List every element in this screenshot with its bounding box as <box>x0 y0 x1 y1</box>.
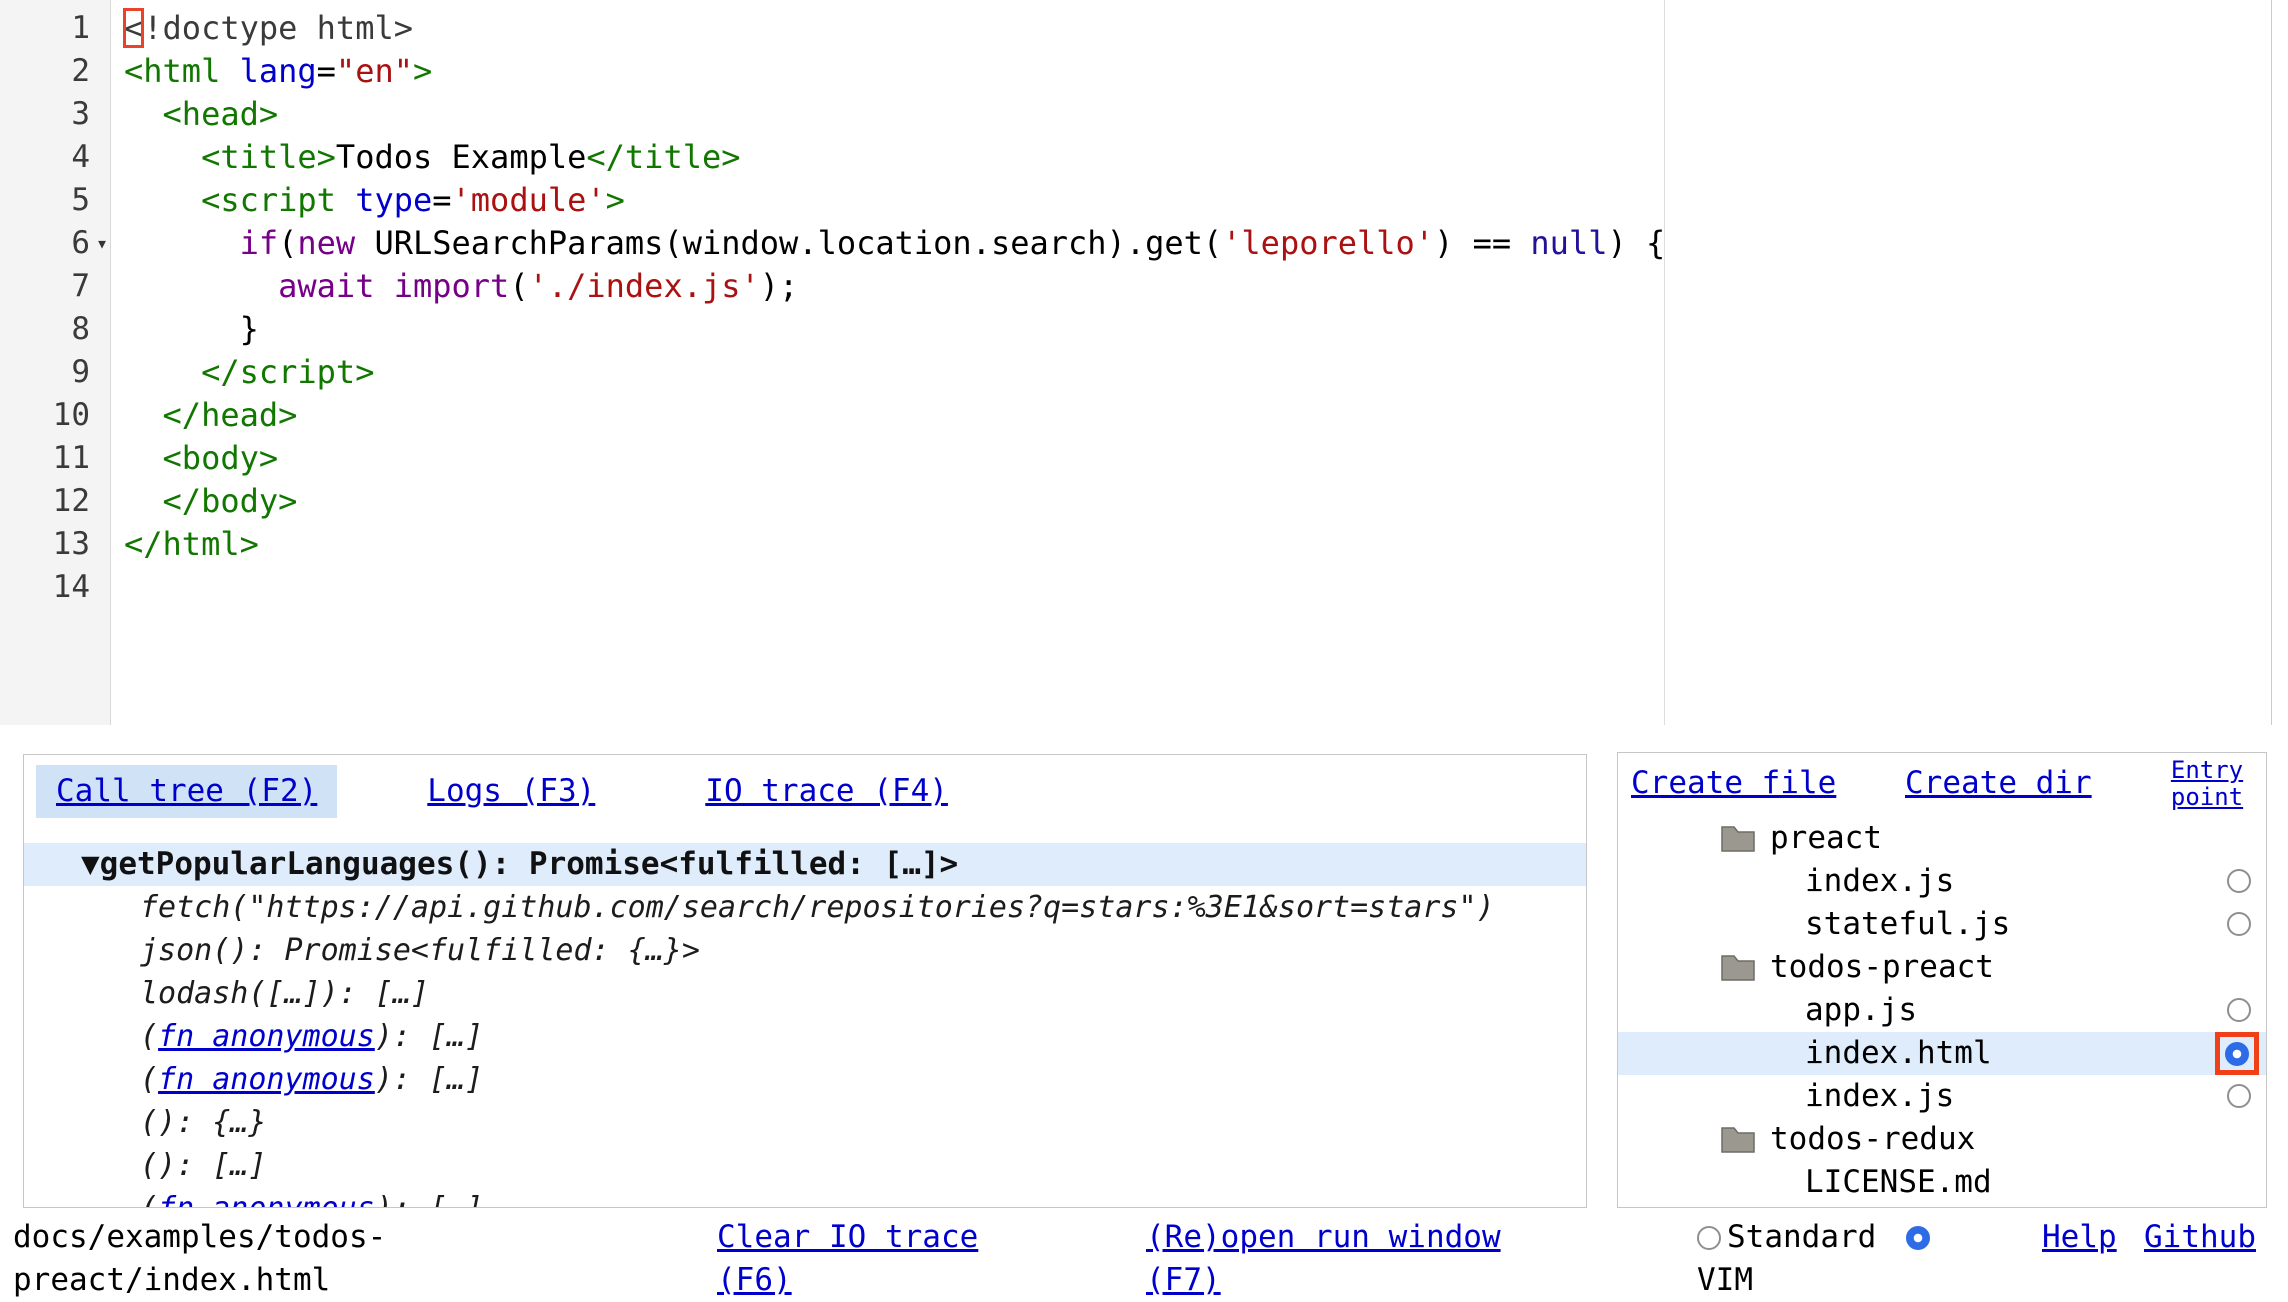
keymap-standard-label: Standard <box>1727 1216 1876 1259</box>
code-line-4[interactable]: <title>Todos Example</title> <box>124 136 1664 179</box>
editor-pane-divider <box>1664 0 1665 725</box>
fold-marker-icon[interactable]: ▾ <box>96 222 108 265</box>
code-editor[interactable]: 123456▾7891011121314 <!doctype html><htm… <box>0 0 2272 725</box>
entry-point-radio[interactable] <box>2227 869 2251 893</box>
call-tree: ▼getPopularLanguages(): Promise<fulfille… <box>24 843 1586 1208</box>
file-row-app-js[interactable]: app.js <box>1618 989 2266 1032</box>
line-number-gutter: 123456▾7891011121314 <box>0 0 111 725</box>
line-number-8: 8 <box>0 308 110 351</box>
folder-icon <box>1721 825 1755 852</box>
line-number-3: 3 <box>0 93 110 136</box>
fn-anonymous-link[interactable]: fn anonymous <box>158 1062 375 1097</box>
call-tree-row-4[interactable]: lodash([…]): […] <box>24 972 1586 1015</box>
code-line-2[interactable]: <html lang="en"> <box>124 50 1664 93</box>
line-number-2: 2 <box>0 50 110 93</box>
code-line-6[interactable]: if(new URLSearchParams(window.location.s… <box>124 222 1664 265</box>
call-tree-row-6[interactable]: (fn anonymous): […] <box>24 1058 1586 1101</box>
call-tree-row-1[interactable]: ▼getPopularLanguages(): Promise<fulfille… <box>24 843 1586 886</box>
file-row-stateful-js[interactable]: stateful.js <box>1618 903 2266 946</box>
keymap-standard-radio[interactable] <box>1697 1226 1721 1250</box>
help-link[interactable]: Help <box>2042 1216 2117 1259</box>
expand-arrow-icon[interactable]: ▼ <box>81 846 100 882</box>
file-tree: preactindex.jsstateful.jstodos-preactapp… <box>1618 817 2266 1204</box>
code-line-9[interactable]: </script> <box>124 351 1664 394</box>
file-name: index.js <box>1805 860 1954 903</box>
keymap-vim-radio[interactable] <box>1906 1226 1930 1250</box>
fn-anonymous-link[interactable]: fn anonymous <box>158 1019 375 1054</box>
github-link[interactable]: Github <box>2144 1216 2256 1259</box>
call-tree-row-3[interactable]: json(): Promise<fulfilled: {…}> <box>24 929 1586 972</box>
keymap-vim-label: VIM <box>1697 1259 1930 1302</box>
folder-icon <box>1721 1126 1755 1153</box>
code-line-13[interactable]: </html> <box>124 523 1664 566</box>
reopen-run-window-button[interactable]: (Re)open run window (F7) <box>1146 1216 1538 1302</box>
call-tree-row-5[interactable]: (fn anonymous): […] <box>24 1015 1586 1058</box>
line-number-13: 13 <box>0 523 110 566</box>
line-number-5: 5 <box>0 179 110 222</box>
code-line-3[interactable]: <head> <box>124 93 1664 136</box>
file-name: app.js <box>1805 989 1917 1032</box>
code-line-1[interactable]: <!doctype html> <box>124 7 1664 50</box>
tab-logs-f3[interactable]: Logs (F3) <box>407 765 615 818</box>
code-line-14[interactable] <box>124 566 1664 609</box>
dir-row-preact[interactable]: preact <box>1618 817 2266 860</box>
panel-tabs: Call tree (F2) Logs (F3) IO trace (F4) <box>36 765 1586 818</box>
code-line-7[interactable]: await import('./index.js'); <box>124 265 1664 308</box>
code-line-10[interactable]: </head> <box>124 394 1664 437</box>
entry-point-column-header: Entry point <box>2154 757 2260 811</box>
line-number-11: 11 <box>0 437 110 480</box>
files-panel-header: Create file Create dir Entry point <box>1618 753 2266 808</box>
dir-name: preact <box>1770 817 1882 860</box>
dir-name: todos-redux <box>1770 1118 1975 1161</box>
fn-anonymous-link[interactable]: fn anonymous <box>158 1191 375 1208</box>
code-line-5[interactable]: <script type='module'> <box>124 179 1664 222</box>
create-file-button[interactable]: Create file <box>1631 765 1836 801</box>
clear-io-trace-button[interactable]: Clear IO trace (F6) <box>717 1216 1017 1302</box>
entry-point-radio[interactable] <box>2227 998 2251 1022</box>
line-number-7: 7 <box>0 265 110 308</box>
file-row-license-md[interactable]: LICENSE.md <box>1618 1161 2266 1204</box>
line-number-6: 6▾ <box>0 222 110 265</box>
file-name: index.js <box>1805 1075 1954 1118</box>
line-number-4: 4 <box>0 136 110 179</box>
line-number-12: 12 <box>0 480 110 523</box>
tab-call-tree-f2[interactable]: Call tree (F2) <box>36 765 337 818</box>
entry-point-radio[interactable] <box>2227 912 2251 936</box>
tab-io-trace-f4[interactable]: IO trace (F4) <box>685 765 968 818</box>
folder-icon <box>1721 954 1755 981</box>
dir-row-todos-redux[interactable]: todos-redux <box>1618 1118 2266 1161</box>
line-number-1: 1 <box>0 7 110 50</box>
dir-name: todos-preact <box>1770 946 1994 989</box>
line-number-14: 14 <box>0 566 110 609</box>
line-number-9: 9 <box>0 351 110 394</box>
file-row-index-js[interactable]: index.js <box>1618 1075 2266 1118</box>
code-line-12[interactable]: </body> <box>124 480 1664 523</box>
entry-point-radio[interactable] <box>2227 1084 2251 1108</box>
file-name: LICENSE.md <box>1805 1161 1992 1204</box>
vim-block-cursor: < <box>124 9 143 47</box>
file-name: index.html <box>1805 1032 1992 1075</box>
code-line-8[interactable]: } <box>124 308 1664 351</box>
call-tree-row-9[interactable]: (fn anonymous): […] <box>24 1187 1586 1208</box>
call-tree-row-7[interactable]: (): {…} <box>24 1101 1586 1144</box>
call-tree-panel: Call tree (F2) Logs (F3) IO trace (F4) ▼ge… <box>23 754 1587 1208</box>
dir-row-todos-preact[interactable]: todos-preact <box>1618 946 2266 989</box>
current-file-path: docs/examples/todos-preact/index.html <box>13 1216 401 1302</box>
file-row-index-html[interactable]: index.html <box>1618 1032 2266 1075</box>
line-number-10: 10 <box>0 394 110 437</box>
call-tree-row-2[interactable]: fetch("https://api.github.com/search/rep… <box>24 886 1586 929</box>
entry-point-radio[interactable] <box>2225 1042 2249 1066</box>
keymap-selector: Standard VIM <box>1697 1216 1930 1302</box>
code-line-11[interactable]: <body> <box>124 437 1664 480</box>
keymap-line-1: Standard <box>1697 1216 1930 1259</box>
status-bar: docs/examples/todos-preact/index.html Cl… <box>0 1216 2288 1302</box>
file-row-index-js[interactable]: index.js <box>1618 860 2266 903</box>
file-name: stateful.js <box>1805 903 2010 946</box>
files-panel: Create file Create dir Entry point preac… <box>1617 752 2267 1208</box>
call-tree-row-8[interactable]: (): […] <box>24 1144 1586 1187</box>
code-lines[interactable]: <!doctype html><html lang="en"> <head> <… <box>112 0 1664 725</box>
create-dir-button[interactable]: Create dir <box>1905 765 2092 801</box>
entry-point-highlight-box <box>2215 1032 2259 1075</box>
